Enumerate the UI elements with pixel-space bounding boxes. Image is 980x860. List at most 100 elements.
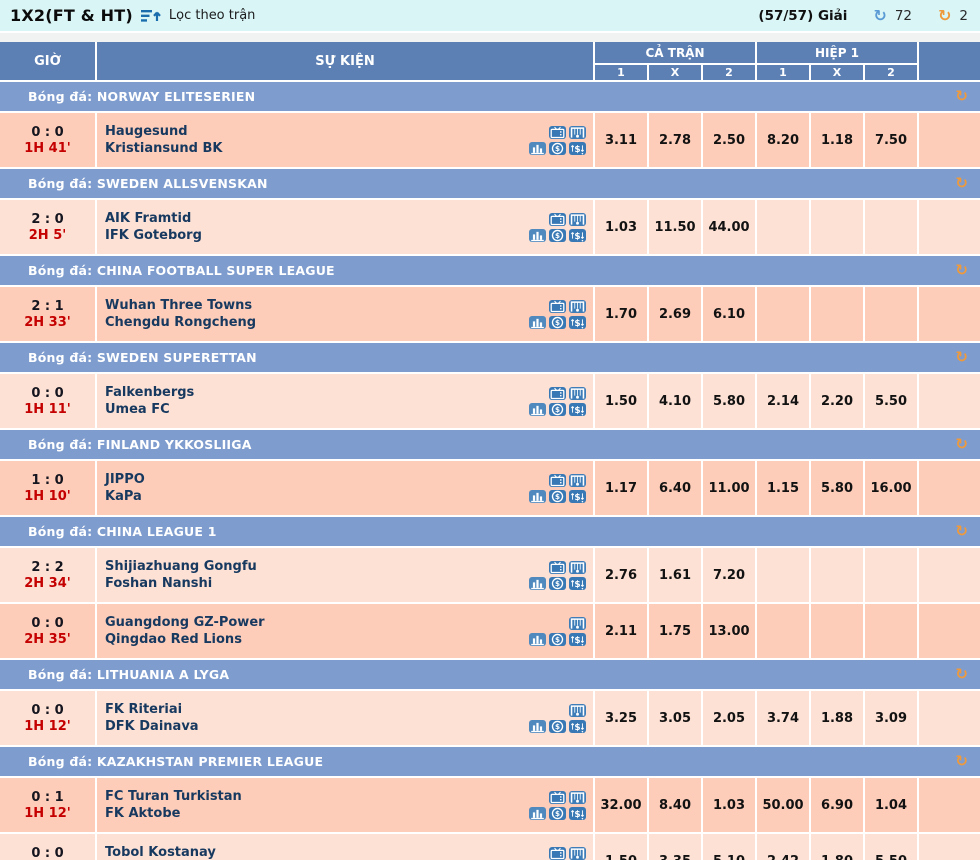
home-team[interactable]: FK Riteriai xyxy=(105,701,199,718)
tv-icon[interactable] xyxy=(549,474,566,487)
league-header[interactable]: Bóng đá: CHINA LEAGUE 1 ↻ xyxy=(0,517,980,546)
league-header[interactable]: Bóng đá: LITHUANIA A LYGA ↻ xyxy=(0,660,980,689)
refresh-now-icon[interactable]: ↻ xyxy=(938,8,951,24)
away-team[interactable]: Chengdu Rongcheng xyxy=(105,314,256,331)
odds-ft-x[interactable]: 2.78 xyxy=(649,113,701,167)
odds-ht-x[interactable]: 1.80 xyxy=(811,834,863,860)
away-team[interactable]: Foshan Nanshi xyxy=(105,575,257,592)
odds-movement-icon[interactable]: $ xyxy=(569,229,586,242)
refresh-icon[interactable]: ↻ xyxy=(955,667,968,682)
odds-ht-x[interactable]: 5.80 xyxy=(811,461,863,515)
home-team[interactable]: Falkenbergs xyxy=(105,384,194,401)
odds-ft-x[interactable]: 11.50 xyxy=(649,200,701,254)
odds-ht-1[interactable] xyxy=(757,548,809,602)
odds-ht-x[interactable]: 6.90 xyxy=(811,778,863,832)
odds-ft-1[interactable]: 3.11 xyxy=(595,113,647,167)
odds-ft-1[interactable]: 1.50 xyxy=(595,834,647,860)
odds-ft-x[interactable]: 1.75 xyxy=(649,604,701,658)
odds-ht-x[interactable] xyxy=(811,548,863,602)
tv-icon[interactable] xyxy=(549,300,566,313)
bar-chart-icon[interactable] xyxy=(529,229,546,242)
dollar-icon[interactable]: $ xyxy=(549,577,566,590)
filter-label[interactable]: Lọc theo trận xyxy=(169,8,256,23)
refresh-icon[interactable]: ↻ xyxy=(955,350,968,365)
dollar-icon[interactable]: $ xyxy=(549,633,566,646)
dollar-icon[interactable]: $ xyxy=(549,316,566,329)
odds-ht-2[interactable]: 1.04 xyxy=(865,778,917,832)
home-team[interactable]: Shijiazhuang Gongfu xyxy=(105,558,257,575)
odds-ht-2[interactable]: 3.09 xyxy=(865,691,917,745)
odds-ft-2[interactable]: 6.10 xyxy=(703,287,755,341)
home-team[interactable]: Haugesund xyxy=(105,123,222,140)
odds-ht-2[interactable] xyxy=(865,604,917,658)
odds-ft-2[interactable]: 2.05 xyxy=(703,691,755,745)
bar-chart-icon[interactable] xyxy=(529,316,546,329)
odds-ht-2[interactable]: 5.50 xyxy=(865,834,917,860)
odds-ht-x[interactable] xyxy=(811,200,863,254)
odds-ht-1[interactable]: 2.42 xyxy=(757,834,809,860)
odds-ft-1[interactable]: 1.03 xyxy=(595,200,647,254)
refresh-icon[interactable]: ↻ xyxy=(955,89,968,104)
odds-ht-2[interactable] xyxy=(865,287,917,341)
tv-icon[interactable] xyxy=(549,126,566,139)
odds-ft-1[interactable]: 2.76 xyxy=(595,548,647,602)
odds-ht-x[interactable] xyxy=(811,604,863,658)
odds-movement-icon[interactable]: $ xyxy=(569,577,586,590)
bar-chart-icon[interactable] xyxy=(529,490,546,503)
home-team[interactable]: Guangdong GZ-Power xyxy=(105,614,265,631)
odds-ht-1[interactable]: 2.14 xyxy=(757,374,809,428)
odds-movement-icon[interactable]: $ xyxy=(569,807,586,820)
odds-ft-2[interactable]: 44.00 xyxy=(703,200,755,254)
odds-ht-2[interactable]: 5.50 xyxy=(865,374,917,428)
refresh-icon[interactable]: ↻ xyxy=(955,176,968,191)
odds-movement-icon[interactable]: $ xyxy=(569,633,586,646)
odds-ht-1[interactable] xyxy=(757,200,809,254)
dollar-icon[interactable]: $ xyxy=(549,807,566,820)
away-team[interactable]: Umea FC xyxy=(105,401,194,418)
bar-chart-icon[interactable] xyxy=(529,807,546,820)
away-team[interactable]: Kristiansund BK xyxy=(105,140,222,157)
dollar-icon[interactable]: $ xyxy=(549,142,566,155)
odds-ft-x[interactable]: 3.35 xyxy=(649,834,701,860)
dollar-icon[interactable]: $ xyxy=(549,720,566,733)
odds-ft-2[interactable]: 1.03 xyxy=(703,778,755,832)
odds-ht-x[interactable]: 2.20 xyxy=(811,374,863,428)
away-team[interactable]: DFK Dainava xyxy=(105,718,199,735)
odds-ft-1[interactable]: 1.70 xyxy=(595,287,647,341)
goal-icon[interactable] xyxy=(569,847,586,860)
odds-movement-icon[interactable]: $ xyxy=(569,403,586,416)
odds-movement-icon[interactable]: $ xyxy=(569,490,586,503)
odds-ht-1[interactable]: 1.15 xyxy=(757,461,809,515)
tv-icon[interactable] xyxy=(549,791,566,804)
league-header[interactable]: Bóng đá: NORWAY ELITESERIEN ↻ xyxy=(0,82,980,111)
odds-ht-1[interactable]: 50.00 xyxy=(757,778,809,832)
odds-ht-2[interactable]: 16.00 xyxy=(865,461,917,515)
goal-icon[interactable] xyxy=(569,387,586,400)
tv-icon[interactable] xyxy=(549,847,566,860)
odds-ft-2[interactable]: 2.50 xyxy=(703,113,755,167)
home-team[interactable]: Tobol Kostanay xyxy=(105,844,216,860)
odds-ht-1[interactable] xyxy=(757,604,809,658)
refresh-icon[interactable]: ↻ xyxy=(955,524,968,539)
refresh-icon[interactable]: ↻ xyxy=(955,754,968,769)
refresh-all-icon[interactable]: ↻ xyxy=(873,8,886,24)
dollar-icon[interactable]: $ xyxy=(549,229,566,242)
league-header[interactable]: Bóng đá: SWEDEN ALLSVENSKAN ↻ xyxy=(0,169,980,198)
odds-movement-icon[interactable]: $ xyxy=(569,316,586,329)
odds-ft-1[interactable]: 32.00 xyxy=(595,778,647,832)
odds-ft-x[interactable]: 8.40 xyxy=(649,778,701,832)
away-team[interactable]: KaPa xyxy=(105,488,145,505)
odds-ft-x[interactable]: 3.05 xyxy=(649,691,701,745)
bar-chart-icon[interactable] xyxy=(529,720,546,733)
odds-ft-x[interactable]: 6.40 xyxy=(649,461,701,515)
league-header[interactable]: Bóng đá: SWEDEN SUPERETTAN ↻ xyxy=(0,343,980,372)
odds-ft-2[interactable]: 5.10 xyxy=(703,834,755,860)
goal-icon[interactable] xyxy=(569,300,586,313)
odds-movement-icon[interactable]: $ xyxy=(569,720,586,733)
bar-chart-icon[interactable] xyxy=(529,142,546,155)
goal-icon[interactable] xyxy=(569,474,586,487)
tv-icon[interactable] xyxy=(549,561,566,574)
odds-ft-2[interactable]: 11.00 xyxy=(703,461,755,515)
tv-icon[interactable] xyxy=(549,387,566,400)
home-team[interactable]: Wuhan Three Towns xyxy=(105,297,256,314)
